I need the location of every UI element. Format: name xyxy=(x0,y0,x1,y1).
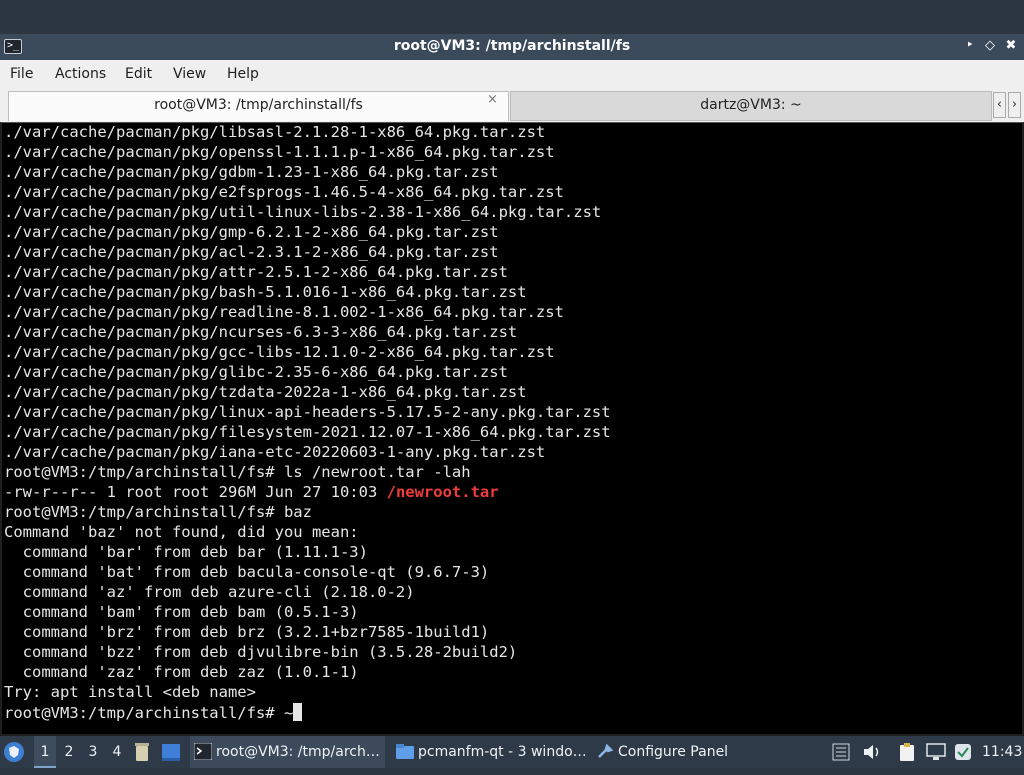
terminal-line: ./var/cache/pacman/pkg/readline-8.1.002-… xyxy=(4,303,564,321)
tab-bar: root@VM3: /tmp/archinstall/fs × dartz@VM… xyxy=(0,89,1024,122)
terminal-line: ./var/cache/pacman/pkg/bash-5.1.016-1-x8… xyxy=(4,283,527,301)
start-menu-button[interactable] xyxy=(3,736,29,768)
terminal-line: command 'zaz' from deb zaz (1.0.1-1) xyxy=(4,663,359,681)
terminal-line: Command 'baz' not found, did you mean: xyxy=(4,523,359,541)
tab-dartz-terminal[interactable]: dartz@VM3: ~ xyxy=(510,91,992,121)
highlighted-filename: /newroot.tar xyxy=(386,483,499,501)
settings-icon xyxy=(598,743,614,758)
tab-close-icon[interactable]: × xyxy=(487,92,498,107)
tray-volume-button[interactable] xyxy=(862,736,884,768)
task-label: root@VM3: /tmp/arch… xyxy=(216,744,380,760)
terminal-output[interactable]: ./var/cache/pacman/pkg/libsasl-2.1.28-1-… xyxy=(0,122,1024,736)
trash-icon xyxy=(135,743,149,761)
terminal-prompt-line[interactable]: root@VM3:/tmp/archinstall/fs# ~ xyxy=(2,703,1022,723)
clipboard-icon xyxy=(900,743,914,761)
close-icon: ✖ xyxy=(1005,38,1017,53)
terminal-line: command 'bat' from deb bacula-console-qt… xyxy=(4,563,490,581)
terminal-line: ./var/cache/pacman/pkg/filesystem-2021.1… xyxy=(4,423,611,441)
terminal-line: root@VM3:/tmp/archinstall/fs# ls /newroo… xyxy=(4,463,471,481)
terminal-line: ./var/cache/pacman/pkg/tzdata-2022a-1-x8… xyxy=(4,383,527,401)
trash-launcher[interactable] xyxy=(132,736,156,768)
desktop-icon xyxy=(162,744,180,761)
terminal-line: ./var/cache/pacman/pkg/openssl-1.1.1.p-1… xyxy=(4,143,555,161)
taskbar-task-file-manager[interactable]: pcmanfm-qt - 3 windo… xyxy=(392,736,587,768)
menu-actions[interactable]: Actions xyxy=(55,66,106,82)
tab-scroll-right-button[interactable]: › xyxy=(1008,92,1021,118)
show-desktop-button[interactable] xyxy=(160,736,186,768)
menu-file[interactable]: File xyxy=(10,66,33,82)
desktop-switch-1[interactable]: 1 xyxy=(34,736,56,768)
terminal-line: root@VM3:/tmp/archinstall/fs# baz xyxy=(4,503,312,521)
menu-help[interactable]: Help xyxy=(227,66,259,82)
terminal-cursor xyxy=(293,703,303,721)
window-title: root@VM3: /tmp/archinstall/fs xyxy=(393,38,631,54)
terminal-prompt: root@VM3:/tmp/archinstall/fs# ~ xyxy=(4,704,294,722)
maximize-icon: ◇ xyxy=(985,38,995,53)
folder-icon xyxy=(396,744,414,759)
terminal-line: Try: apt install <deb name> xyxy=(4,683,256,701)
menu-edit[interactable]: Edit xyxy=(125,66,152,82)
tray-clipboard-button[interactable] xyxy=(898,736,920,768)
tab-label: root@VM3: /tmp/archinstall/fs xyxy=(154,97,363,113)
desktop-switch-2[interactable]: 2 xyxy=(58,736,80,768)
terminal-line: ./var/cache/pacman/pkg/gmp-6.2.1-2-x86_6… xyxy=(4,223,499,241)
terminal-line: ./var/cache/pacman/pkg/libsasl-2.1.28-1-… xyxy=(4,123,546,141)
volume-icon xyxy=(864,745,879,759)
minimize-button[interactable]: ‣ xyxy=(961,37,979,55)
keyboard-icon xyxy=(832,743,850,761)
terminal-line: ./var/cache/pacman/pkg/gdbm-1.23-1-x86_6… xyxy=(4,163,499,181)
terminal-line: command 'az' from deb azure-cli (2.18.0-… xyxy=(4,583,415,601)
tray-keyboard-button[interactable] xyxy=(832,736,854,768)
terminal-line: command 'bam' from deb bam (0.5.1-3) xyxy=(4,603,359,621)
tab-scroll-left-button[interactable]: ‹ xyxy=(993,92,1006,118)
terminal-line: ./var/cache/pacman/pkg/attr-2.5.1-2-x86_… xyxy=(4,263,508,281)
menu-bar: File Actions Edit View Help xyxy=(0,60,1024,89)
terminal-line: ./var/cache/pacman/pkg/gcc-libs-12.1.0-2… xyxy=(4,343,555,361)
terminal-line: ./var/cache/pacman/pkg/e2fsprogs-1.46.5-… xyxy=(4,183,564,201)
taskbar-task-terminal[interactable]: root@VM3: /tmp/arch… xyxy=(190,736,385,768)
terminal-line: command 'bar' from deb bar (1.11.1-3) xyxy=(4,543,368,561)
terminal-line: ./var/cache/pacman/pkg/glibc-2.35-6-x86_… xyxy=(4,363,508,381)
taskbar-task-configure-panel[interactable]: Configure Panel xyxy=(592,736,787,768)
terminal-line: ./var/cache/pacman/pkg/ncurses-6.3-3-x86… xyxy=(4,323,518,341)
update-icon xyxy=(955,744,971,760)
maximize-button[interactable]: ◇ xyxy=(981,37,999,55)
chevron-left-icon: ‹ xyxy=(996,97,1003,112)
desktop-switch-3[interactable]: 3 xyxy=(82,736,104,768)
desktop-background xyxy=(0,0,1024,34)
terminal-line-ls-output: -rw-r--r-- 1 root root 296M Jun 27 10:03… xyxy=(4,483,499,501)
tab-label: dartz@VM3: ~ xyxy=(700,97,802,113)
terminal-line: ./var/cache/pacman/pkg/linux-api-headers… xyxy=(4,403,611,421)
terminal-line: ./var/cache/pacman/pkg/iana-etc-20220603… xyxy=(4,443,546,461)
desktop-switch-4[interactable]: 4 xyxy=(106,736,128,768)
terminal-window: >_ root@VM3: /tmp/archinstall/fs ‣ ◇ ✖ F… xyxy=(0,34,1024,736)
menu-view[interactable]: View xyxy=(173,66,206,82)
taskbar: 1 2 3 4 root@VM3: /tmp/arch… pcmanfm-qt … xyxy=(0,736,1024,768)
close-button[interactable]: ✖ xyxy=(1002,37,1020,55)
task-label: pcmanfm-qt - 3 windo… xyxy=(418,744,587,760)
task-label: Configure Panel xyxy=(618,744,729,760)
minimize-icon: ‣ xyxy=(966,38,974,53)
title-bar[interactable]: >_ root@VM3: /tmp/archinstall/fs ‣ ◇ ✖ xyxy=(0,34,1024,60)
clock[interactable]: 11:43 xyxy=(982,736,1022,768)
terminal-line: ./var/cache/pacman/pkg/util-linux-libs-2… xyxy=(4,203,602,221)
tray-update-button[interactable] xyxy=(954,736,976,768)
terminal-icon xyxy=(194,743,212,760)
terminal-line: ./var/cache/pacman/pkg/acl-2.3.1-2-x86_6… xyxy=(4,243,499,261)
start-menu-icon xyxy=(4,742,24,762)
tray-network-button[interactable] xyxy=(926,736,950,768)
terminal-line: command 'brz' from deb brz (3.2.1+bzr758… xyxy=(4,623,490,641)
network-icon xyxy=(926,743,946,760)
terminal-line: command 'bzz' from deb djvulibre-bin (3.… xyxy=(4,643,518,661)
tab-root-terminal[interactable]: root@VM3: /tmp/archinstall/fs × xyxy=(8,91,509,121)
chevron-right-icon: › xyxy=(1011,97,1018,112)
